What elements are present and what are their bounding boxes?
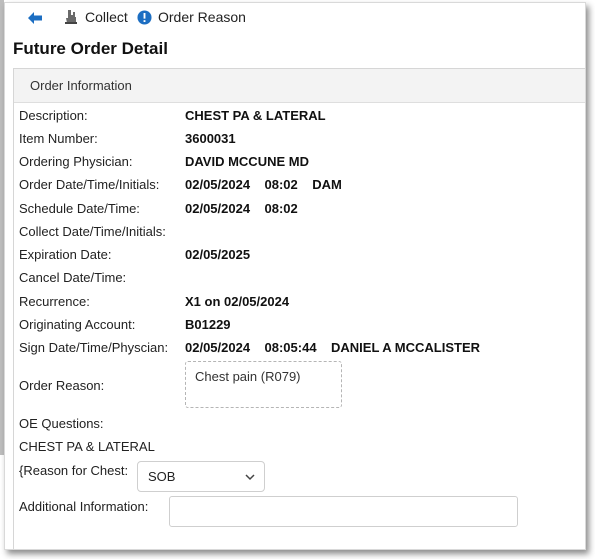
recurrence-value: X1 on 02/05/2024 — [185, 294, 290, 309]
chevron-down-icon — [245, 474, 255, 481]
order-reason-button[interactable]: Order Reason — [137, 9, 246, 25]
reason-for-chest-label: {Reason for Chest: — [19, 463, 129, 478]
order-detail-window: Collect Order Reason Future Order Detail… — [4, 2, 586, 550]
oe-questions-label: OE Questions: — [19, 416, 104, 431]
back-button[interactable] — [27, 11, 43, 25]
section-header: Order Information — [14, 69, 585, 103]
expiration-date-label: Expiration Date: — [19, 247, 112, 262]
reason-for-chest-select[interactable]: SOB — [137, 461, 265, 492]
order-reason-value: Chest pain (R079) — [195, 369, 301, 384]
schedule-datetime-value: 02/05/2024 08:02 — [185, 201, 298, 216]
additional-info-label: Additional Information: — [19, 499, 149, 514]
expiration-date-value: 02/05/2025 — [185, 247, 251, 262]
sign-datetime-label: Sign Date/Time/Physcian: — [19, 340, 169, 355]
hand-collect-icon — [65, 10, 77, 24]
back-arrow-icon — [28, 12, 42, 24]
schedule-datetime-label: Schedule Date/Time: — [19, 201, 140, 216]
description-value: CHEST PA & LATERAL — [185, 108, 326, 123]
item-number-value: 3600031 — [185, 131, 236, 146]
page-title: Future Order Detail — [13, 39, 168, 58]
collect-datetime-label: Collect Date/Time/Initials: — [19, 224, 166, 239]
info-circle-icon — [137, 9, 152, 25]
collect-label: Collect — [85, 9, 128, 25]
order-reason-textarea[interactable]: Chest pain (R079) — [185, 361, 342, 408]
originating-account-value: B01229 — [185, 317, 231, 332]
oe-exam-name: CHEST PA & LATERAL — [19, 439, 155, 454]
ordering-physician-value: DAVID MCCUNE MD — [185, 154, 309, 169]
cancel-datetime-label: Cancel Date/Time: — [19, 270, 127, 285]
order-reason-field-label: Order Reason: — [19, 378, 105, 393]
additional-info-field[interactable] — [169, 496, 518, 527]
originating-account-label: Originating Account: — [19, 317, 136, 332]
collect-button[interactable]: Collect — [63, 9, 128, 25]
description-label: Description: — [19, 108, 88, 123]
recurrence-label: Recurrence: — [19, 294, 90, 309]
sign-datetime-value: 02/05/2024 08:05:44 DANIEL A MCCALISTER — [185, 340, 481, 355]
order-datetime-label: Order Date/Time/Initials: — [19, 177, 160, 192]
reason-for-chest-selected: SOB — [148, 469, 176, 484]
item-number-label: Item Number: — [19, 131, 98, 146]
ordering-physician-label: Ordering Physician: — [19, 154, 133, 169]
order-reason-label: Order Reason — [158, 9, 246, 25]
order-datetime-value: 02/05/2024 08:02 DAM — [185, 177, 342, 192]
toolbar: Collect Order Reason — [5, 3, 585, 33]
